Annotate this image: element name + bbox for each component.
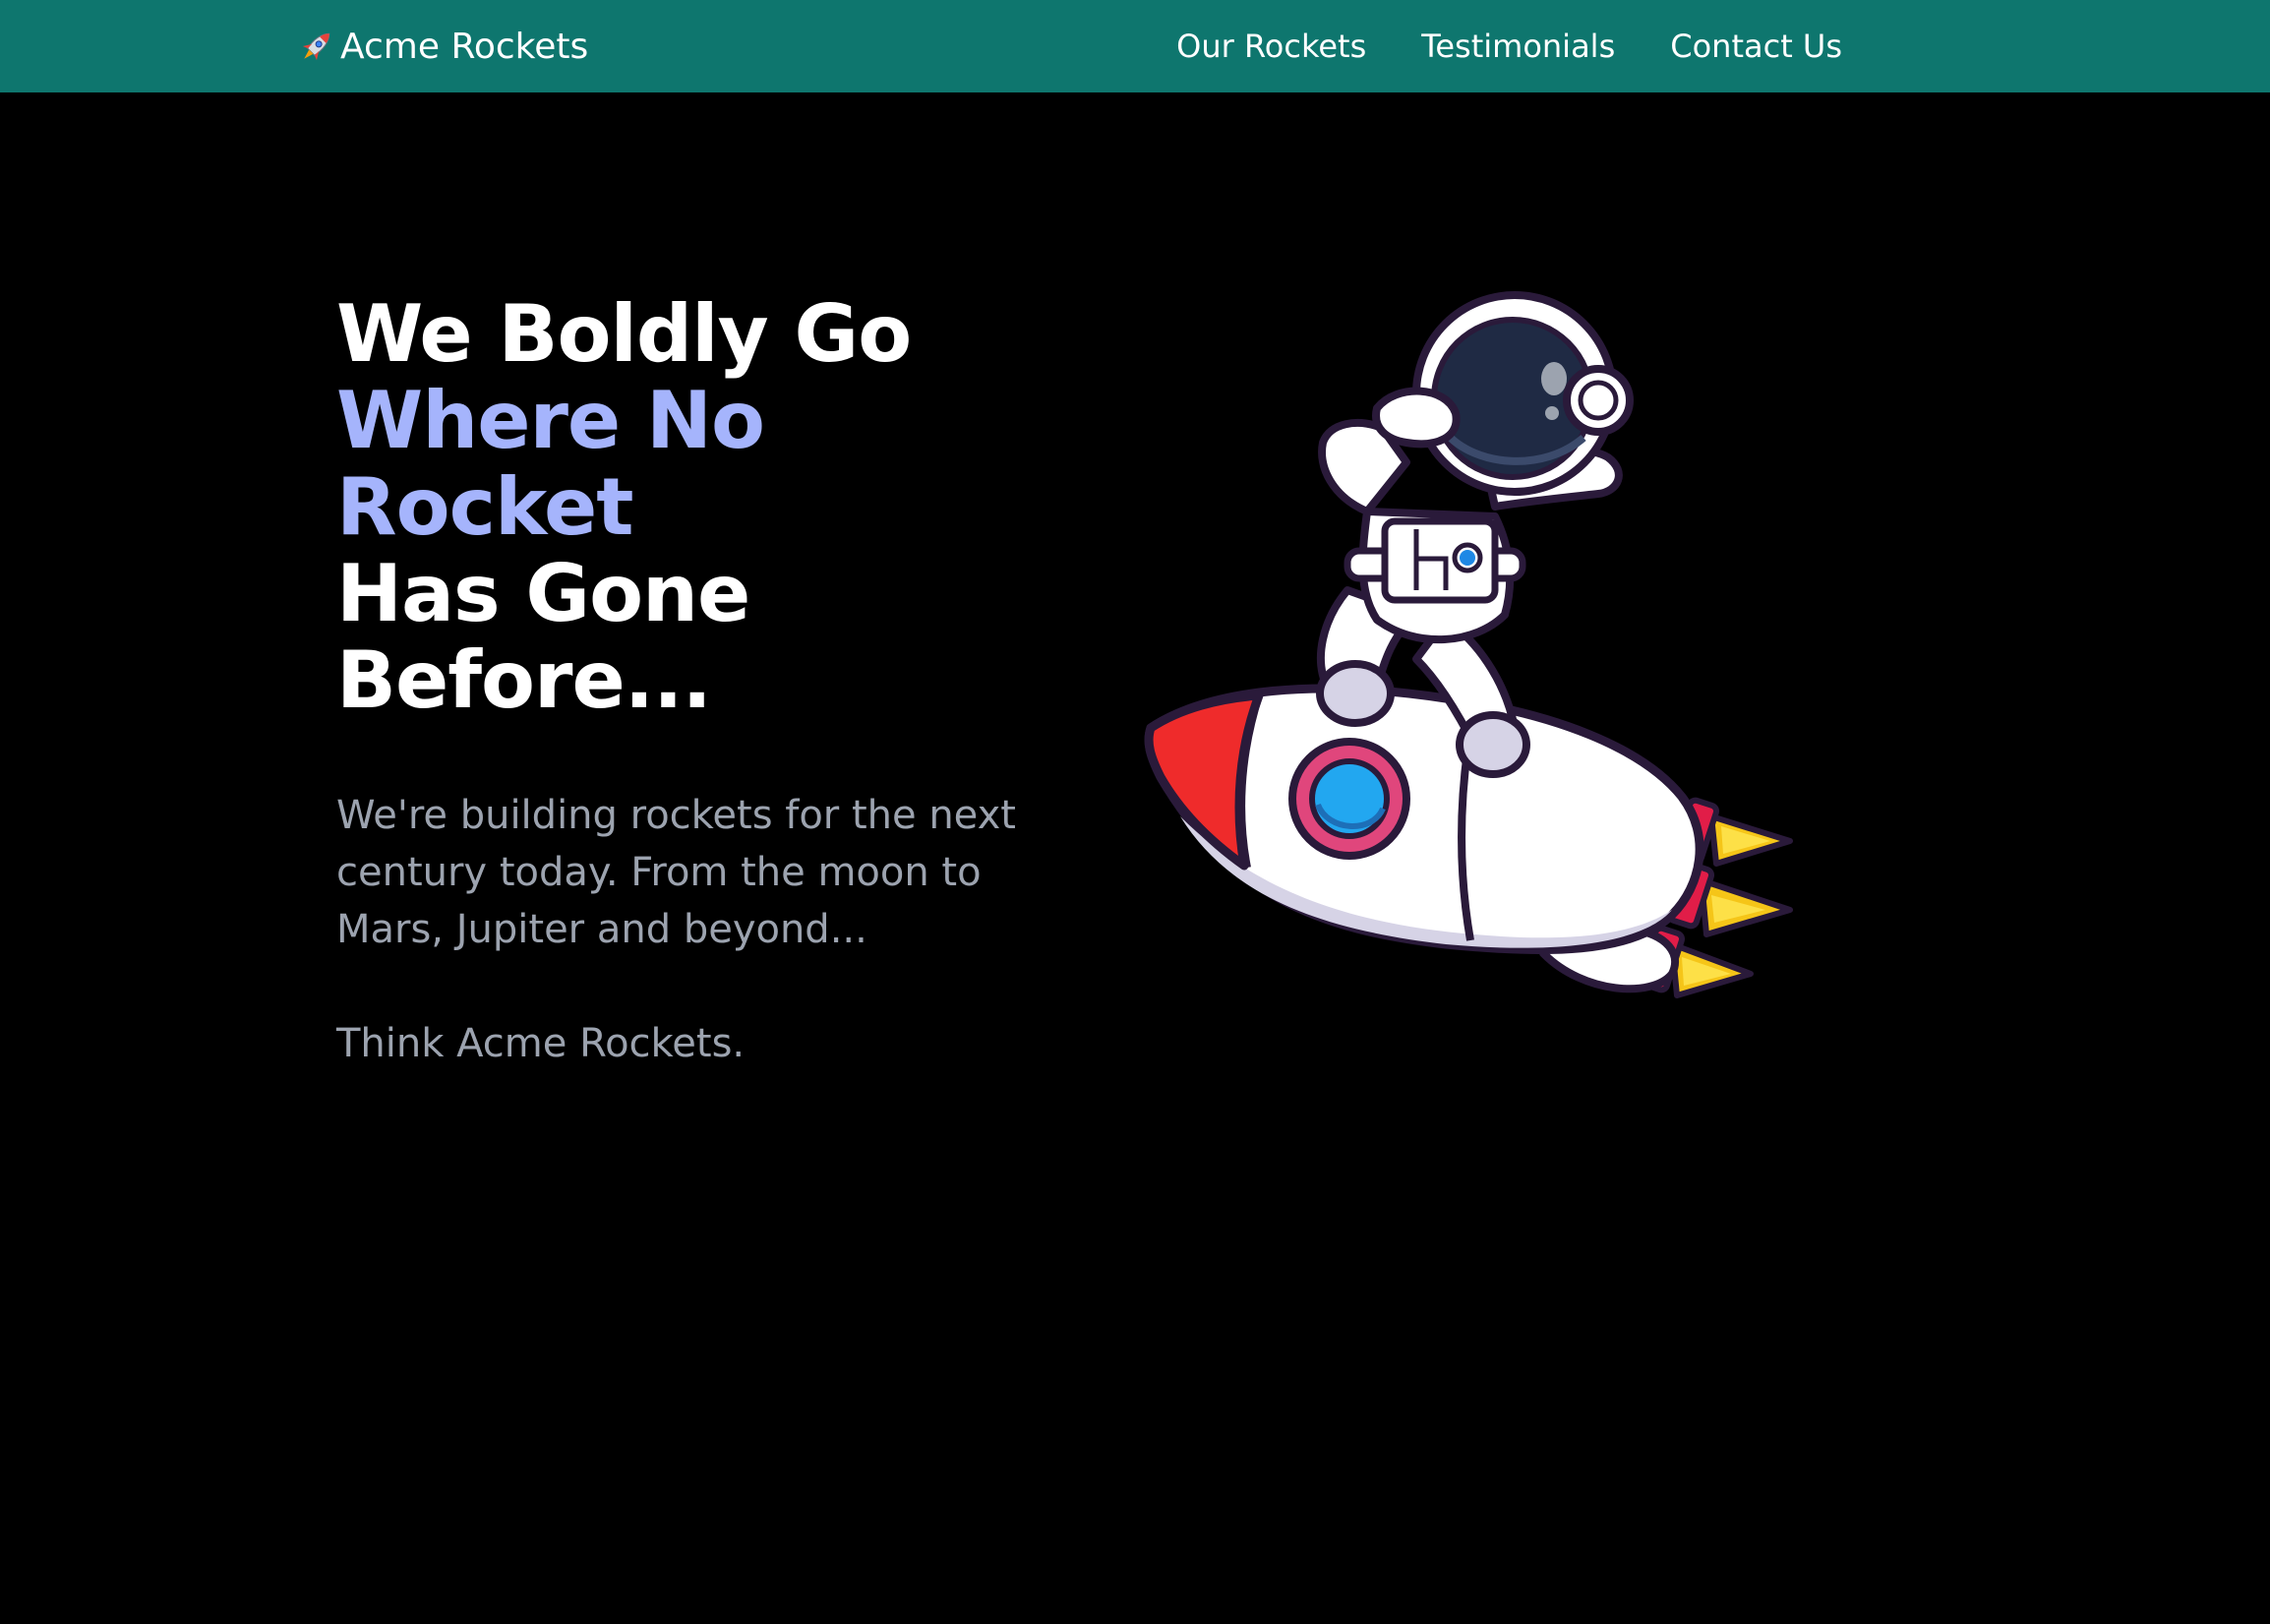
hero-title-accent: Where No Rocket <box>336 375 765 553</box>
nav-link-our-rockets[interactable]: Our Rockets <box>1176 28 1366 65</box>
hero-title: We Boldly Go Where No Rocket Has Gone Be… <box>336 291 1084 724</box>
hero-title-line-4: Before... <box>336 634 712 726</box>
hero-section: We Boldly Go Where No Rocket Has Gone Be… <box>336 291 1084 1072</box>
main-nav: Our Rockets Testimonials Contact Us <box>1176 0 1842 92</box>
nav-link-contact-us[interactable]: Contact Us <box>1670 28 1842 65</box>
rocket-icon <box>302 32 330 61</box>
hero-title-line-1: We Boldly Go <box>336 288 912 380</box>
top-navbar: Acme Rockets Our Rockets Testimonials Co… <box>0 0 2270 92</box>
nav-link-testimonials[interactable]: Testimonials <box>1421 28 1615 65</box>
astronaut-on-rocket-illustration <box>1144 291 1793 998</box>
brand-name: Acme Rockets <box>340 26 589 67</box>
hero-tagline: Think Acme Rockets. <box>336 1021 746 1066</box>
brand-logo-link[interactable]: Acme Rockets <box>295 0 588 92</box>
hero-description: We're building rockets for the next cent… <box>336 793 1016 952</box>
hero-title-line-3: Has Gone <box>336 548 750 639</box>
